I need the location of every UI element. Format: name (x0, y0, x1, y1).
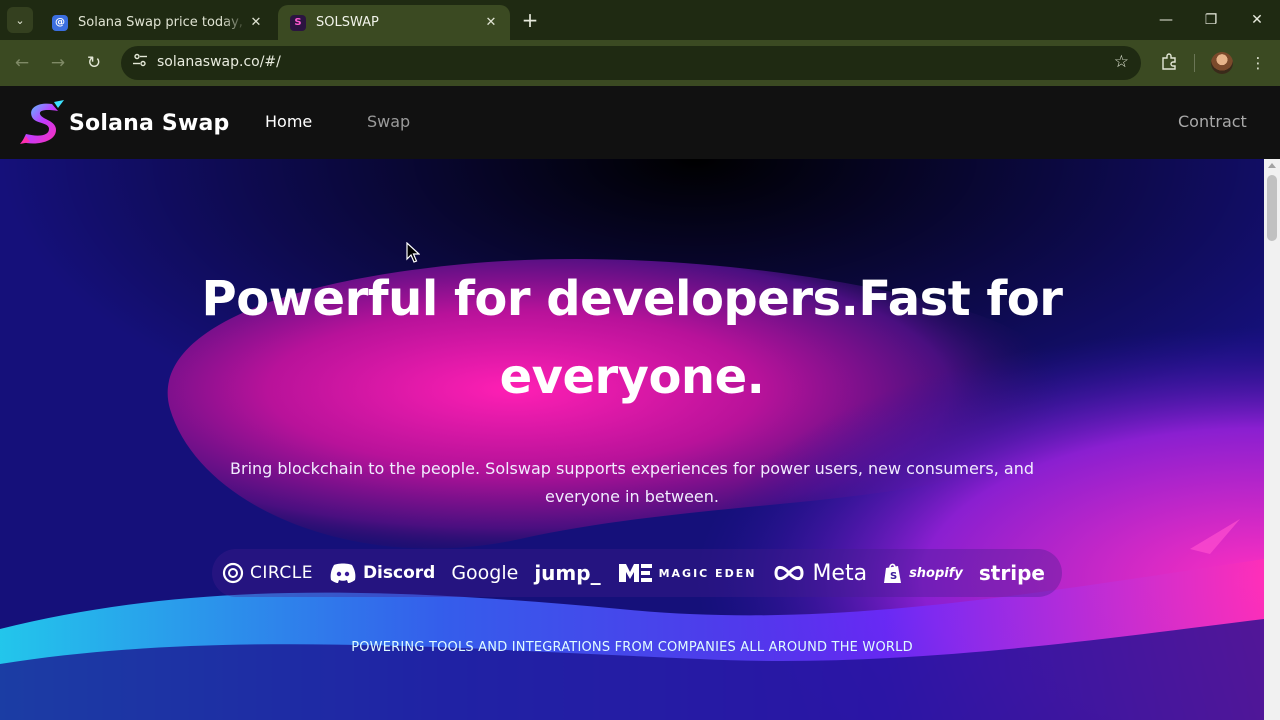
meta-infinity-icon (772, 563, 806, 583)
partner-logo-google: Google (451, 562, 518, 584)
extensions-icon[interactable] (1158, 52, 1180, 74)
new-tab-button[interactable]: + (519, 9, 541, 31)
powering-tagline: POWERING TOOLS AND INTEGRATIONS FROM COM… (351, 640, 913, 655)
partner-logo-jump: jump_ (534, 561, 600, 585)
window-close-icon[interactable]: ✕ (1242, 8, 1272, 32)
coin-icon: @ (52, 14, 68, 31)
hero-section: Powerful for developers.Fast for everyon… (0, 159, 1264, 720)
partner-name: CIRCLE (250, 563, 313, 583)
tab-solswap[interactable]: S SOLSWAP ✕ (278, 5, 510, 40)
page-viewport: Solana Swap Home Swap Contract Powerful … (0, 86, 1280, 720)
partner-name: Meta (812, 560, 868, 586)
nav-contract[interactable]: Contract (1178, 112, 1247, 131)
url-text[interactable]: solanaswap.co/#/ (157, 54, 281, 70)
brand-name: Solana Swap (69, 110, 230, 136)
hero-subtext: Bring blockchain to the people. Solswap … (230, 459, 1034, 506)
mouse-cursor-icon (406, 241, 421, 268)
partner-logo-stripe: stripe (979, 561, 1045, 585)
hero-headline-line1: Powerful for developers.Fast for (201, 271, 1063, 327)
partner-name: MAGIC EDEN (658, 566, 757, 580)
tab-search-chevron-icon[interactable]: ⌄ (7, 7, 33, 33)
partner-name: Google (451, 562, 519, 584)
address-bar[interactable]: solanaswap.co/#/ ☆ (121, 46, 1141, 80)
menu-kebab-icon[interactable]: ⋮ (1247, 52, 1269, 74)
restore-icon[interactable]: ❐ (1196, 8, 1226, 32)
solana-swap-logo-icon (20, 100, 64, 144)
svg-text:S: S (890, 571, 897, 582)
close-tab-icon[interactable]: ✕ (482, 15, 500, 30)
site-info-icon[interactable] (129, 52, 151, 74)
browser-toolbar: ← → ↻ solanaswap.co/#/ ☆ ⋮ (0, 40, 1280, 86)
partner-logo-circle: CIRCLE (222, 562, 313, 584)
minimize-icon[interactable]: — (1151, 8, 1181, 32)
tab-strip: ⌄ @ Solana Swap price today, SOS to ✕ S … (0, 0, 1280, 40)
bookmark-star-icon[interactable]: ☆ (1114, 52, 1129, 72)
partner-logo-shopify: S shopify (883, 562, 963, 584)
page-scrollbar[interactable] (1264, 159, 1280, 720)
brand-logo[interactable]: Solana Swap (18, 100, 229, 146)
tab-title: Solana Swap price today, SOS to (78, 15, 247, 30)
partner-name: jump_ (534, 561, 601, 585)
nav-swap[interactable]: Swap (367, 112, 410, 131)
solswap-icon: S (290, 14, 306, 31)
discord-logo-icon (329, 562, 357, 584)
magic-eden-logo-icon (617, 562, 653, 584)
shopify-bag-icon: S (883, 562, 903, 584)
scroll-up-arrow-icon[interactable] (1268, 163, 1276, 168)
back-icon[interactable]: ← (10, 51, 34, 75)
partner-logo-magic-eden: MAGIC EDEN (617, 562, 757, 584)
scrollbar-thumb[interactable] (1267, 175, 1277, 241)
tab-title: SOLSWAP (316, 15, 379, 30)
circle-logo-icon (222, 562, 244, 584)
partner-name: Discord (362, 563, 436, 583)
reload-icon[interactable]: ↻ (82, 51, 106, 75)
forward-icon[interactable]: → (46, 51, 70, 75)
partner-name: stripe (978, 561, 1045, 585)
hero-headline-line2: everyone. (499, 349, 765, 405)
partner-logo-discord: Discord (329, 562, 435, 584)
partner-logos-bar: CIRCLE Discord Google jump_ MAGIC EDEN M… (212, 549, 1062, 597)
tab-solana-swap-price[interactable]: @ Solana Swap price today, SOS to ✕ (40, 5, 275, 40)
site-header: Solana Swap Home Swap Contract (0, 86, 1280, 159)
close-tab-icon[interactable]: ✕ (247, 15, 265, 30)
nav-home[interactable]: Home (265, 112, 312, 131)
toolbar-divider (1194, 54, 1195, 72)
profile-avatar[interactable] (1211, 52, 1233, 74)
partner-name: shopify (909, 565, 963, 581)
hero-background-art (0, 159, 1264, 720)
partner-logo-meta: Meta (772, 561, 867, 586)
